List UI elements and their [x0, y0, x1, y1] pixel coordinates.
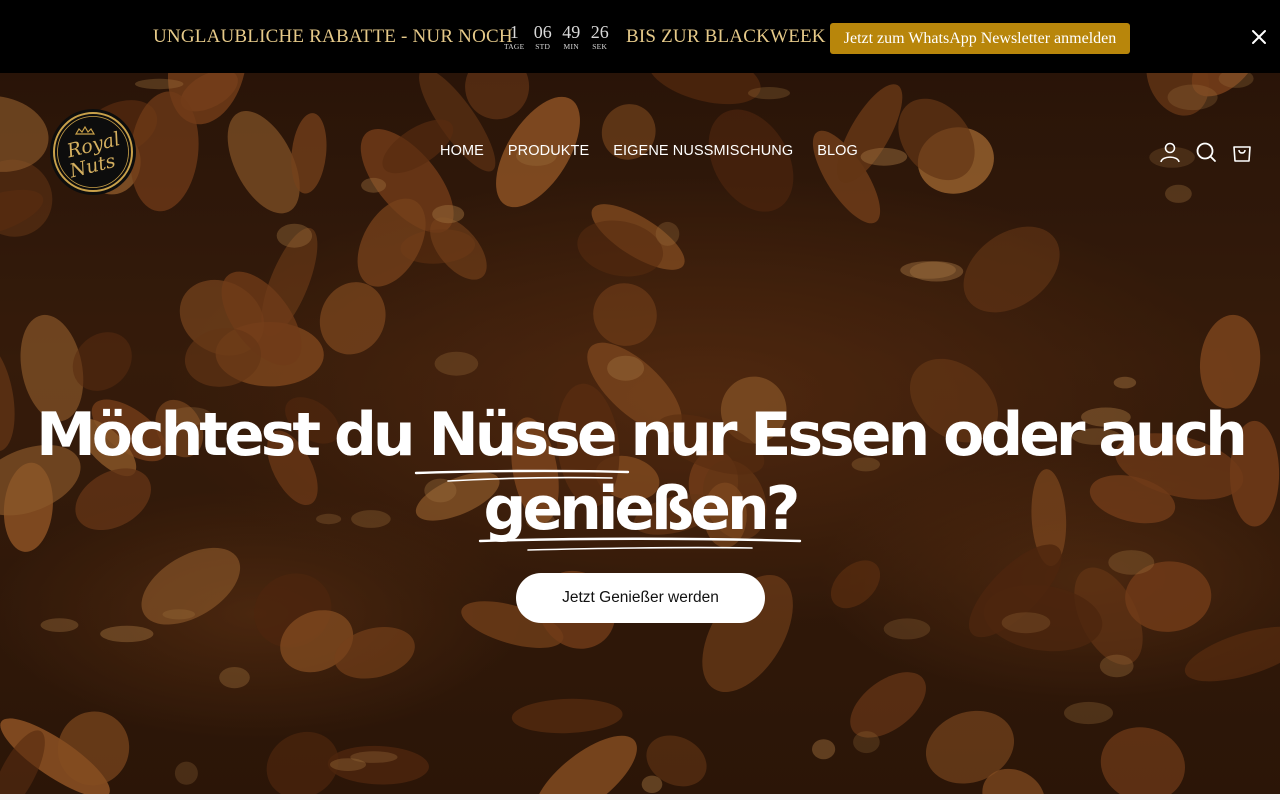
main-navigation: HOME PRODUKTE EIGENE NUSSMISCHUNG BLOG	[440, 143, 882, 159]
announcement-bar: UNGLAUBLICHE RABATTE - NUR NOCH 1 TAGE 0…	[0, 0, 1280, 73]
hero-headline-highlight: Nüsse	[428, 400, 618, 470]
countdown-seconds-value: 26	[590, 22, 609, 42]
announcement-tail-text: BIS ZUR BLACKWEEK	[626, 26, 826, 47]
countdown-days-label: TAGE	[503, 42, 525, 51]
account-icon[interactable]	[1159, 141, 1181, 163]
nav-item-produkte[interactable]: PRODUKTE	[508, 143, 589, 159]
header-actions	[1159, 141, 1267, 163]
countdown-seconds: 26 SEK	[586, 22, 615, 51]
countdown-seconds-label: SEK	[592, 42, 608, 51]
whatsapp-newsletter-button[interactable]: Jetzt zum WhatsApp Newsletter anmelden	[830, 23, 1130, 54]
countdown-hours: 06 STD	[529, 22, 558, 51]
hero-headline-part-2: nur Essen oder auch	[613, 400, 1247, 470]
hero-headline: Möchtest du Nüsse nur Essen oder auch ge…	[0, 398, 1280, 546]
countdown-days-value: 1	[509, 22, 519, 42]
cart-icon[interactable]	[1231, 141, 1253, 163]
countdown-minutes-value: 49	[562, 22, 581, 42]
nav-item-blog[interactable]: BLOG	[817, 143, 858, 159]
hero-headline-part-1: Möchtest du	[36, 400, 429, 470]
announcement-lead-text: UNGLAUBLICHE RABATTE - NUR NOCH	[153, 26, 513, 47]
countdown-timer: 1 TAGE 06 STD 49 MIN 26 SEK	[500, 22, 614, 51]
countdown-hours-label: STD	[535, 42, 551, 51]
countdown-minutes-label: MIN	[563, 42, 579, 51]
close-icon[interactable]	[1250, 28, 1268, 46]
royal-nuts-logo[interactable]: Royal Nuts	[48, 108, 138, 196]
become-connoisseur-button[interactable]: Jetzt Genießer werden	[516, 573, 765, 623]
search-icon[interactable]	[1195, 141, 1217, 163]
countdown-days: 1 TAGE	[500, 22, 529, 51]
countdown-hours-value: 06	[533, 22, 552, 42]
nav-item-eigene-nussmischung[interactable]: EIGENE NUSSMISCHUNG	[613, 143, 793, 159]
countdown-minutes: 49 MIN	[557, 22, 586, 51]
hero-section: Royal Nuts HOME PRODUKTE EIGENE NUSSMISC…	[0, 73, 1280, 794]
hero-headline-line-2: genießen?	[483, 474, 801, 544]
page-bottom-edge	[0, 794, 1280, 800]
nav-item-home[interactable]: HOME	[440, 143, 484, 159]
